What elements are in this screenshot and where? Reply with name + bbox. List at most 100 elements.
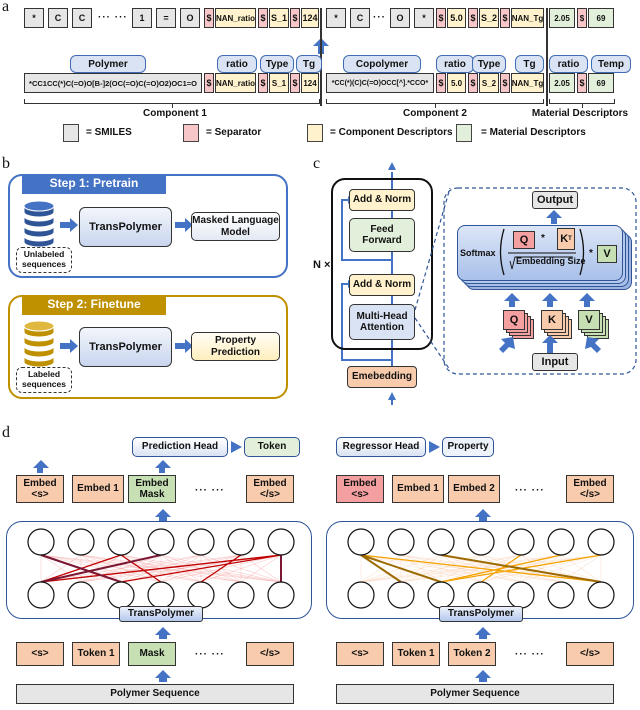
separator: $ <box>204 73 214 93</box>
k-label: K <box>560 232 569 245</box>
output-node <box>427 528 455 556</box>
token-separator: $ <box>258 8 268 28</box>
embed-box: Embed </s> <box>566 475 614 503</box>
masked-language-model: Masked Language Model <box>191 212 280 241</box>
polymer-sequence-bar: Polymer Sequence <box>336 684 614 704</box>
legend-swatch-smiles <box>63 124 79 142</box>
polymer-sequence-bar: Polymer Sequence <box>16 684 294 704</box>
smiles-component-2: *CC(*)(C)C(=O)OCC[^].*CCO* <box>326 73 434 93</box>
legend-label-smiles: = SMILES <box>86 127 132 138</box>
transpolymer-label: TransPolymer <box>439 606 523 622</box>
token-box: <s> <box>16 642 64 666</box>
v-input-matrix: V <box>578 310 600 330</box>
labeled-sequences-label: Labeled sequences <box>16 367 72 393</box>
token-separator: $ <box>468 8 478 28</box>
up-arrow-icon-shaft <box>479 677 487 682</box>
head-block: Regressor Head <box>336 437 426 457</box>
ellipsis: ··· ··· <box>98 12 128 23</box>
token-component: 124 <box>301 8 319 28</box>
multiply-sign: * <box>589 248 593 259</box>
tg-value-1: 124 <box>301 73 319 93</box>
up-arrow-icon-shaft <box>159 467 165 473</box>
separator: $ <box>436 73 446 93</box>
separator: $ <box>258 73 268 93</box>
panel-label-d: d <box>2 424 10 441</box>
add-norm-top: Add & Norm <box>349 189 415 211</box>
label-type-1: Type <box>260 55 294 73</box>
unlabeled-sequences-label: Unlabeled sequences <box>16 247 72 273</box>
token-box: Token 1 <box>392 642 440 666</box>
head-block: Prediction Head <box>132 437 228 457</box>
separator: $ <box>290 73 300 93</box>
step1-title: Step 1: Pretrain <box>22 174 166 194</box>
token-component: S_2 <box>479 8 499 28</box>
token-separator: $ <box>500 8 510 28</box>
arrow-right-icon <box>231 441 242 453</box>
legend-label-separator: = Separator <box>206 127 262 138</box>
transpose-superscript: T <box>568 235 572 242</box>
embed-box: Embed 1 <box>392 475 444 503</box>
input-node <box>27 581 55 609</box>
token-separator: $ <box>290 8 300 28</box>
ratio-value-1: NAN_ratio <box>215 73 256 93</box>
token-component: NAN_Tg <box>511 8 544 28</box>
output-node <box>107 528 135 556</box>
embed-box: Embed <s> <box>16 475 64 503</box>
output-node <box>467 528 495 556</box>
output-node <box>587 528 615 556</box>
token-smiles: O <box>180 8 200 28</box>
attention-output: Output <box>532 191 578 209</box>
input-node <box>387 581 415 609</box>
head-output: Token <box>244 437 300 457</box>
separator: $ <box>577 73 587 93</box>
legend-label-component: = Component Descriptors <box>330 127 453 138</box>
embed-box: Embed 2 <box>448 475 500 503</box>
up-arrow-icon-shaft <box>159 634 167 639</box>
embed-box: Embed Mask <box>128 475 176 503</box>
token-smiles: C <box>350 8 370 28</box>
divider-material <box>546 8 548 106</box>
up-arrow-icon-shaft <box>37 467 43 473</box>
multi-head-attention: Multi-Head Attention <box>349 304 415 340</box>
q-input-matrix: Q <box>503 310 525 330</box>
legend-swatch-separator <box>183 124 199 142</box>
output-node <box>507 528 535 556</box>
input-node <box>107 581 135 609</box>
token-smiles: * <box>24 8 44 28</box>
type-value-1: S_1 <box>269 73 289 93</box>
token-smiles: C <box>72 8 92 28</box>
brace-component-2 <box>326 99 544 108</box>
caption-component-2: Component 2 <box>403 108 467 119</box>
token-box: </s> <box>566 642 614 666</box>
ellipsis: ··· ··· <box>515 485 545 496</box>
transpolymer-finetune: TransPolymer <box>79 327 172 367</box>
embedding-size-denominator: Embedding Size <box>516 256 586 266</box>
legend-swatch-material <box>456 124 472 142</box>
transpolymer-label: TransPolymer <box>119 606 203 622</box>
ellipsis: ··· <box>373 12 386 23</box>
output-node <box>267 528 295 556</box>
caption-material-descriptors: Material Descriptors <box>531 108 629 119</box>
add-norm-bottom: Add & Norm <box>349 274 415 296</box>
token-separator: $ <box>577 8 587 28</box>
property-prediction: Property Prediction <box>191 332 280 361</box>
input-node <box>147 581 175 609</box>
label-tg-1: Tg <box>296 55 322 73</box>
token-box: Token 1 <box>72 642 120 666</box>
softmax-label: Softmax <box>460 248 496 258</box>
head-output: Property <box>442 437 494 457</box>
token-smiles: * <box>414 8 434 28</box>
up-arrow-icon <box>546 210 562 224</box>
output-node <box>67 528 95 556</box>
output-node <box>187 528 215 556</box>
output-node <box>147 528 175 556</box>
k-input-matrix: K <box>541 310 563 330</box>
input-node <box>67 581 95 609</box>
temp-value: 69 <box>588 73 614 93</box>
material-ratio-value: 2.05 <box>549 73 575 93</box>
ellipsis: ··· ··· <box>515 649 545 660</box>
label-type-2: Type <box>472 55 506 73</box>
input-node <box>467 581 495 609</box>
input-node <box>507 581 535 609</box>
token-smiles: C <box>48 8 68 28</box>
